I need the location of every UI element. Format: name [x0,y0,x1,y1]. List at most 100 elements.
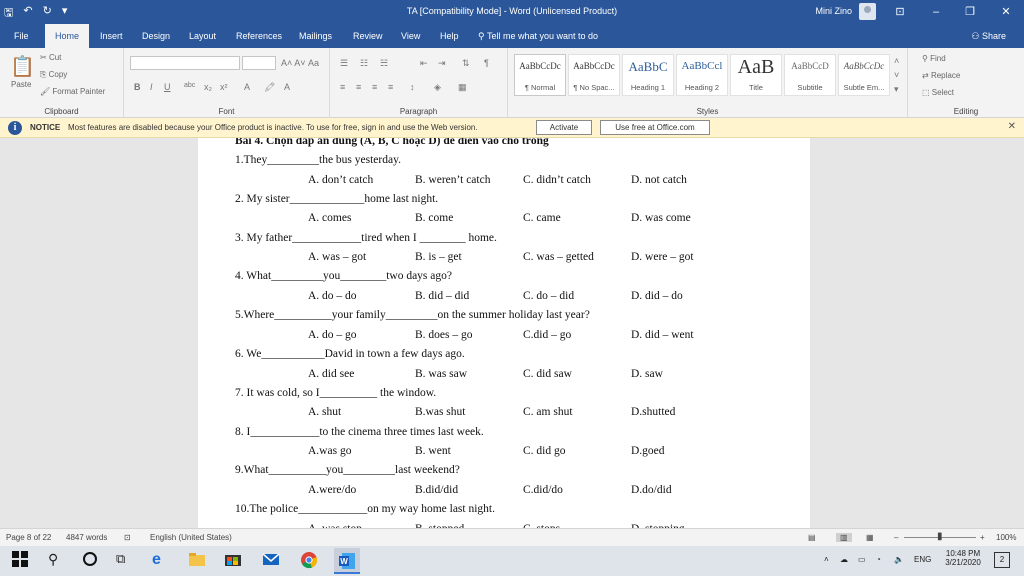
mail-icon[interactable] [262,551,282,571]
text-effects-icon[interactable]: A [244,82,250,92]
grow-font-icon[interactable]: A˄ A˅ [281,58,306,68]
answer-option: C.did/do [523,483,563,496]
avatar[interactable] [859,3,876,20]
person-icon: ⚇ [971,31,982,41]
pilcrow-icon[interactable]: ¶ [484,58,489,68]
paste-icon[interactable]: 📋 [10,54,35,79]
tab-review[interactable]: Review [351,24,385,48]
document-page[interactable]: Bài 4. Chọn đáp án đúng (A, B, C hoặc D)… [198,138,810,528]
share-button[interactable]: ⚇ Share [971,24,1006,48]
print-layout-icon[interactable]: ▥ [836,533,852,542]
tab-view[interactable]: View [399,24,422,48]
decrease-indent-icon[interactable]: ⇤ [420,58,428,69]
shading-icon[interactable]: ◈ [434,82,441,93]
copy-button[interactable]: ⎘ Copy [40,70,67,80]
battery-icon[interactable]: ▭ [858,555,866,564]
tab-layout[interactable]: Layout [187,24,218,48]
chrome-icon[interactable] [300,551,320,571]
bullets-icon[interactable]: ☰ [340,58,348,69]
tab-home[interactable]: Home [45,24,90,48]
edge-icon[interactable]: e [152,551,172,571]
ribbon-display-options-icon[interactable]: ⊡ [886,3,914,21]
align-left-icon[interactable]: ≡ [340,82,345,92]
sort-icon[interactable]: ⇅ [462,58,470,69]
strikethrough-icon[interactable]: abc [184,82,195,89]
close-button[interactable]: ✕ [992,3,1020,21]
language[interactable]: English (United States) [150,533,232,542]
zoom-in-icon[interactable]: + [980,533,985,542]
word-taskbar-icon[interactable]: W [334,548,360,574]
bold-icon[interactable]: B [134,82,141,92]
web-layout-icon[interactable]: ▦ [866,533,874,542]
styles-scroll-down-icon[interactable]: ˅ [894,70,899,80]
style-subtitle[interactable]: AaBbCcD Subtitle [784,54,836,96]
format-painter-button[interactable]: 🖌 Format Painter [40,87,105,96]
numbering-icon[interactable]: ☷ [360,58,368,69]
style-heading-2[interactable]: AaBbCcl Heading 2 [676,54,728,96]
use-web-button[interactable]: Use free at Office.com [600,120,710,135]
find-button[interactable]: ⚲ Find [922,54,946,63]
clock[interactable]: 10:48 PM 3/21/2020 [942,549,984,567]
minimize-button[interactable]: – [922,3,950,21]
font-name-input[interactable] [130,56,240,70]
tab-file[interactable]: File [12,24,31,48]
user-name[interactable]: Mini Zino [815,6,852,16]
style-no-spacing[interactable]: AaBbCcDc ¶ No Spac... [568,54,620,96]
align-center-icon[interactable]: ≡ [356,82,361,92]
read-mode-icon[interactable]: ▤ [808,533,816,542]
tab-design[interactable]: Design [140,24,172,48]
tab-insert[interactable]: Insert [98,24,125,48]
paste-label[interactable]: Paste [11,80,31,89]
italic-icon[interactable]: I [150,82,153,92]
increase-indent-icon[interactable]: ⇥ [438,58,446,69]
tab-references[interactable]: References [234,24,284,48]
cortana-icon[interactable] [82,551,102,571]
wifi-icon[interactable]: ◔ [876,555,881,564]
highlight-icon[interactable]: 🖍 [264,82,275,93]
activate-button[interactable]: Activate [536,120,592,135]
restore-button[interactable]: ❐ [956,3,984,21]
style-heading-1[interactable]: AaBbC Heading 1 [622,54,674,96]
styles-scroll-up-icon[interactable]: ˄ [894,56,899,66]
windows-start-icon[interactable] [12,551,32,571]
zoom-out-icon[interactable]: – [894,533,898,542]
font-size-input[interactable] [242,56,276,70]
subscript-icon[interactable]: x₂ [204,82,212,92]
superscript-icon[interactable]: x² [220,82,228,92]
tab-help[interactable]: Help [438,24,461,48]
line-spacing-icon[interactable]: ↕ [410,82,415,92]
input-language[interactable]: ENG [914,555,931,564]
volume-icon[interactable]: 🔈 [894,555,904,564]
notifications-icon[interactable]: 2 [994,552,1010,568]
replace-button[interactable]: ⇄ Replace [922,71,960,80]
change-case-icon[interactable]: Aa [308,58,319,68]
document-area[interactable]: Bài 4. Chọn đáp án đúng (A, B, C hoặc D)… [0,138,1024,528]
font-color-icon[interactable]: A [284,82,290,92]
zoom-level[interactable]: 100% [996,533,1016,542]
tell-me-search[interactable]: ⚲ Tell me what you want to do [478,24,598,48]
page-count[interactable]: Page 8 of 22 [6,533,51,542]
cut-button[interactable]: ✂ Cut [40,53,61,62]
styles-more-icon[interactable]: ▾ [894,84,899,95]
proofing-icon[interactable]: ⊡ [124,533,131,542]
close-icon[interactable]: ✕ [1008,121,1016,132]
search-icon[interactable]: ⚲ [48,551,68,571]
style-normal[interactable]: AaBbCcDc ¶ Normal [514,54,566,96]
onedrive-icon[interactable]: ☁ [840,555,848,564]
style-subtle-emphasis[interactable]: AaBbCcDc Subtle Em... [838,54,890,96]
align-right-icon[interactable]: ≡ [372,82,377,92]
tray-chevron-icon[interactable]: ˄ [824,555,829,564]
justify-icon[interactable]: ≡ [388,82,393,92]
style-title[interactable]: AaB Title [730,54,782,96]
tab-mailings[interactable]: Mailings [297,24,334,48]
borders-icon[interactable]: ▦ [458,82,467,93]
multilevel-list-icon[interactable]: ☵ [380,58,388,69]
store-icon[interactable] [224,551,244,571]
select-button[interactable]: ⬚ Select [922,88,954,97]
answer-option: A. was – got [308,251,367,264]
task-view-icon[interactable]: ⧉ [116,551,136,571]
underline-icon[interactable]: U [164,82,171,92]
word-count[interactable]: 4847 words [66,533,107,542]
file-explorer-icon[interactable] [188,551,208,571]
zoom-thumb[interactable]: ▮ [937,531,943,542]
